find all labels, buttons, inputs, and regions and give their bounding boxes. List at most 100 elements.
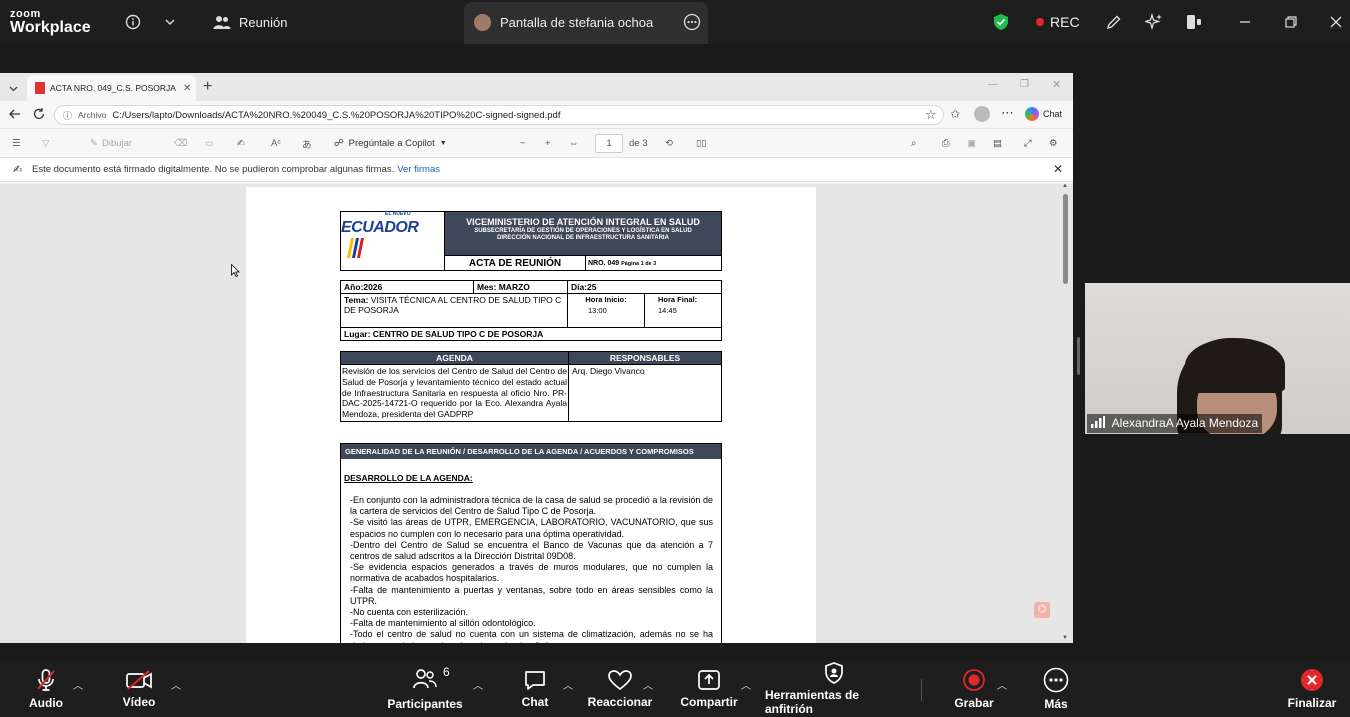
participant-video-tile[interactable]: AlexandraA Ayala Mendoza <box>1085 283 1350 434</box>
page-number-input-wrap[interactable]: 1 <box>595 129 623 158</box>
page-view-icon[interactable]: ▯▯ <box>696 129 706 158</box>
video-options-caret-icon[interactable]: ︿ <box>171 677 181 692</box>
scroll-up-icon[interactable]: ▲ <box>1062 184 1068 189</box>
pdf-viewer[interactable]: EL NUEVO ECUADOR VICEMINISTERIO DE ATENC… <box>0 184 1073 643</box>
hora-inicio-value: 13:00 <box>588 306 607 315</box>
rotate-icon[interactable]: ⟲ <box>665 129 673 158</box>
copilot-ask-button[interactable]: ☍ Pregúntale a Copilot ▼ <box>334 129 447 158</box>
avatar <box>474 13 491 31</box>
minimize-icon[interactable] <box>1238 0 1252 44</box>
tema-cell: Tema: VISITA TÉCNICA AL CENTRO DE SALUD … <box>340 293 568 328</box>
fit-width-icon[interactable]: ⇔ <box>569 129 579 158</box>
chevron-down-icon[interactable] <box>164 0 176 44</box>
settings-gear-icon[interactable]: ⚙ <box>1049 129 1058 158</box>
panel-resize-handle[interactable] <box>1077 337 1080 375</box>
more-options-icon[interactable] <box>683 0 701 44</box>
zoom-in-icon[interactable]: + <box>545 129 551 158</box>
share-label: Pantalla de stefania ochoa <box>500 14 654 30</box>
participant-name: AlexandraA Ayala Mendoza <box>1111 415 1259 430</box>
browser-tab-bar: ACTA NRO. 049_C.S. POSORJA TIP... ✕ + — … <box>0 73 1073 101</box>
tab-title: ACTA NRO. 049_C.S. POSORJA TIP... <box>50 83 178 93</box>
browser-tab-pdf[interactable]: ACTA NRO. 049_C.S. POSORJA TIP... ✕ <box>27 75 196 101</box>
desarrollo-label: DESARROLLO DE LA AGENDA: <box>344 473 473 483</box>
draw-label: Dibujar <box>101 138 133 149</box>
reactions-button[interactable]: Reaccionar <box>588 661 652 717</box>
zoom-out-icon[interactable]: − <box>520 129 526 158</box>
address-prefix: Archivo <box>78 110 107 120</box>
save-as-icon[interactable]: ▤ <box>993 129 1002 158</box>
chat-button[interactable]: Chat <box>518 661 552 717</box>
view-layout-icon[interactable] <box>1186 0 1202 44</box>
page-number-input[interactable]: 1 <box>595 134 623 153</box>
search-icon[interactable]: ⌕ <box>911 129 916 158</box>
audio-options-caret-icon[interactable]: ︿ <box>73 677 83 692</box>
save-icon[interactable]: ▣ <box>967 129 976 158</box>
meeting-tab[interactable]: Reunión <box>213 0 287 44</box>
read-aloud-icon[interactable]: Aᶜ <box>271 129 281 158</box>
signature-bar-close-icon[interactable]: ✕ <box>1053 162 1063 176</box>
copilot-ask-icon: ☍ <box>334 138 344 149</box>
highlight-icon[interactable]: ▽ <box>42 129 49 158</box>
translate-icon[interactable]: あ <box>302 129 312 158</box>
profile-avatar[interactable] <box>974 106 990 122</box>
participants-options-caret-icon[interactable]: ︿ <box>473 677 483 692</box>
scroll-down-icon[interactable]: ▼ <box>1062 635 1068 641</box>
copilot-chat-button[interactable]: Chat <box>1025 107 1062 121</box>
screen-share-label-group[interactable]: Pantalla de stefania ochoa <box>474 0 653 44</box>
recording-indicator[interactable]: REC <box>1036 0 1080 44</box>
participant-name-tag: AlexandraA Ayala Mendoza <box>1087 413 1263 433</box>
participants-icon <box>413 668 437 688</box>
new-tab-icon[interactable]: + <box>203 78 212 96</box>
audio-button[interactable]: Audio <box>28 661 64 717</box>
info-icon[interactable] <box>125 0 141 44</box>
zoom-top-bar: zoom Workplace Reunión Pantalla de stefa… <box>0 0 1350 44</box>
ai-sparkle-icon[interactable] <box>1145 0 1163 44</box>
restore-icon[interactable] <box>1284 0 1298 44</box>
record-options-caret-icon[interactable]: ︿ <box>997 677 1007 692</box>
acrobat-badge-icon[interactable]: ⌬ <box>1034 602 1050 618</box>
more-button[interactable]: Más <box>1040 661 1072 717</box>
share-screen-button[interactable]: Compartir <box>680 661 738 717</box>
annotate-pen-icon[interactable] <box>1105 0 1122 44</box>
shield-check-icon[interactable] <box>992 0 1010 44</box>
window-restore-icon[interactable]: ❐ <box>1020 79 1029 90</box>
back-arrow-icon[interactable] <box>8 107 22 126</box>
print-icon[interactable]: ⎙ <box>942 129 950 158</box>
end-meeting-button[interactable]: Finalizar <box>1287 661 1337 717</box>
chevron-down-icon: ▼ <box>439 140 447 147</box>
participants-button[interactable]: 6 Participantes <box>387 661 462 717</box>
window-minimize-icon[interactable]: — <box>988 79 998 90</box>
video-button[interactable]: Vídeo <box>122 661 156 717</box>
share-options-caret-icon[interactable]: ︿ <box>741 677 751 692</box>
eraser-icon[interactable]: ⌫ <box>174 129 187 158</box>
hora-final-label: Hora Final: <box>658 295 698 304</box>
info-circle-icon: ⓘ <box>63 110 73 121</box>
close-icon[interactable] <box>1329 0 1343 44</box>
window-close-icon[interactable]: ✕ <box>1052 78 1061 91</box>
view-signatures-link[interactable]: Ver firmas <box>397 164 440 175</box>
browser-menu-icon[interactable]: ⋯ <box>1001 105 1014 121</box>
mes-cell: Mes: MARZO <box>473 280 568 294</box>
host-tools-button[interactable]: Herramientas de anfitrión <box>765 661 902 717</box>
fill-sign-icon[interactable]: ✍ <box>237 129 245 158</box>
fullscreen-icon[interactable]: ⤢ <box>1024 129 1032 158</box>
record-button[interactable]: Grabar <box>954 661 994 717</box>
header-sub2: DIRECCIÓN NACIONAL DE INFRAESTRUCTURA SA… <box>497 235 669 241</box>
text-box-icon[interactable]: ▭ <box>205 129 214 158</box>
end-label: Finalizar <box>1287 696 1337 710</box>
desarrollo-list: -En conjunto con la administradora técni… <box>350 495 713 643</box>
contents-list-icon[interactable]: ☰ <box>12 129 21 158</box>
url-field[interactable]: ⓘ Archivo C:/Users/lapto/Downloads/ACTA%… <box>54 105 944 125</box>
chat-options-caret-icon[interactable]: ︿ <box>563 677 573 692</box>
scrollbar-thumb[interactable] <box>1063 194 1068 284</box>
favorite-star-icon[interactable]: ☆ <box>925 107 937 123</box>
share-label-btn: Compartir <box>680 695 738 709</box>
viewer-scrollbar[interactable]: ▲ ▼ <box>1062 184 1070 643</box>
reactions-options-caret-icon[interactable]: ︿ <box>643 677 653 692</box>
tab-close-icon[interactable]: ✕ <box>183 83 191 94</box>
tab-list-chevron-icon[interactable] <box>8 81 19 99</box>
draw-tool[interactable]: ✎ Dibujar <box>90 129 132 158</box>
refresh-icon[interactable] <box>32 107 46 126</box>
copilot-icon <box>1025 107 1039 121</box>
favorites-icon[interactable]: ✩ <box>950 107 960 121</box>
